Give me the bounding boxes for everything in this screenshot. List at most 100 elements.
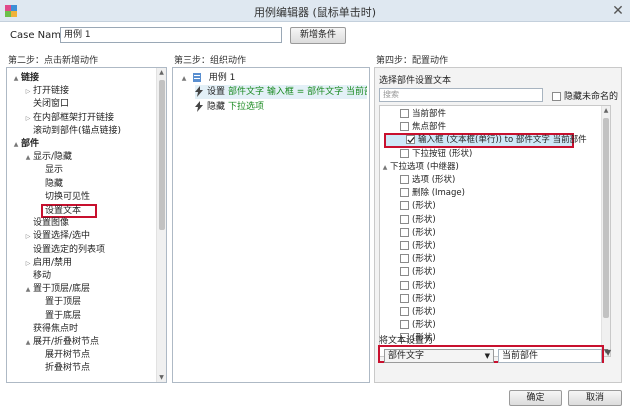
- action-item-label: 置于顶层/底层: [33, 284, 91, 295]
- action-item[interactable]: ▲ 显示/隐藏: [23, 151, 166, 164]
- expanded-icon[interactable]: ▲: [380, 162, 390, 174]
- widget-item[interactable]: 当前部件: [380, 108, 602, 120]
- widget-item[interactable]: 选项 (形状): [380, 174, 602, 186]
- widget-item[interactable]: (形状): [380, 319, 602, 331]
- action-item[interactable]: 设置选定的列表项: [23, 244, 166, 256]
- case-node[interactable]: ▲ 用例 1: [179, 72, 235, 84]
- collapsed-icon[interactable]: ▷: [23, 113, 33, 125]
- widget-item[interactable]: (形状): [380, 280, 602, 292]
- widget-search-input[interactable]: 搜索: [379, 88, 543, 102]
- widget-item[interactable]: ▲ 下拉选项 (中继器): [380, 161, 602, 173]
- checkbox[interactable]: [400, 320, 409, 330]
- checkbox[interactable]: [400, 148, 409, 158]
- action-item[interactable]: 关闭窗口: [23, 98, 166, 110]
- checkbox[interactable]: [400, 307, 409, 316]
- widget-item[interactable]: (形状): [380, 253, 602, 265]
- action-item-label: 置于顶层: [45, 297, 82, 308]
- widget-item[interactable]: 输入框 (文本框(单行)) to 部件文字 当前部件: [384, 133, 587, 149]
- expanded-icon[interactable]: ▲: [23, 337, 33, 349]
- close-icon[interactable]: ✕: [610, 3, 626, 19]
- collapsed-icon[interactable]: ▷: [23, 231, 33, 243]
- collapse-icon[interactable]: ▲: [179, 73, 189, 85]
- case-name-input[interactable]: 用例 1: [60, 27, 282, 43]
- collapsed-icon[interactable]: ▷: [23, 86, 33, 98]
- widget-item[interactable]: (形状): [380, 227, 602, 239]
- step3-label: 第三步：组织动作: [174, 56, 247, 66]
- checkbox[interactable]: [400, 280, 409, 290]
- widget-item[interactable]: 删除 (Image): [380, 187, 602, 199]
- widget-item[interactable]: (形状): [380, 214, 602, 226]
- action-item[interactable]: ▲ 置于顶层/底层: [23, 283, 166, 296]
- action-item[interactable]: 置于顶层: [35, 296, 166, 308]
- action-item[interactable]: ▲ 链接: [11, 72, 161, 84]
- window-title: 用例编辑器 (鼠标单击时): [253, 6, 377, 19]
- widget-item[interactable]: 下拉按钮 (形状): [380, 148, 602, 160]
- checkbox[interactable]: [400, 122, 409, 132]
- scroll-up-icon[interactable]: ▲: [602, 107, 610, 114]
- actions-tree: ▲ 链接 ▷ 打开链接 关闭窗口 ▷ 在内部框架打开链接 滚动到部件(锚点链接) ▲ 部件 ▲ 显示/…: [7, 68, 157, 382]
- checkbox[interactable]: [400, 109, 409, 118]
- widget-item[interactable]: (形状): [380, 200, 602, 212]
- widget-item[interactable]: (形状): [380, 306, 602, 318]
- widget-item[interactable]: (形状): [380, 266, 602, 278]
- action-row[interactable]: 设置 部件文字 输入框 = 部件文字 当前部件: [195, 85, 367, 99]
- scroll-up-icon[interactable]: ▲: [157, 69, 166, 76]
- action-row[interactable]: 隐藏 下拉选项: [195, 100, 367, 114]
- action-item[interactable]: 展开树节点: [35, 349, 166, 361]
- widget-item[interactable]: (形状): [380, 293, 602, 305]
- scroll-thumb[interactable]: [159, 80, 165, 230]
- collapsed-icon[interactable]: ▷: [23, 258, 33, 270]
- widget-item-label: (形状): [412, 267, 436, 278]
- checkbox[interactable]: [400, 214, 409, 224]
- checkbox[interactable]: [400, 241, 409, 250]
- action-item[interactable]: 移动: [23, 270, 166, 282]
- widget-item-label: (形状): [412, 293, 436, 304]
- expanded-icon[interactable]: ▲: [11, 139, 21, 151]
- action-item[interactable]: 设置文本: [31, 204, 166, 218]
- checkbox-icon[interactable]: [552, 92, 561, 101]
- action-item[interactable]: 折叠树节点: [35, 362, 166, 374]
- action-detail: 下拉选项: [228, 102, 265, 112]
- scroll-thumb[interactable]: [603, 118, 609, 318]
- action-item[interactable]: ▲ 部件: [11, 138, 161, 150]
- action-item[interactable]: 切换可见性: [35, 191, 166, 203]
- widget-item[interactable]: (形状): [380, 240, 602, 252]
- checkbox[interactable]: [400, 175, 409, 184]
- text-value-input[interactable]: 当前部件: [498, 349, 602, 363]
- action-item[interactable]: 设置图像: [23, 217, 166, 229]
- widget-scrollbar[interactable]: ▲ ▼: [601, 106, 610, 356]
- expanded-icon[interactable]: ▲: [23, 284, 33, 296]
- action-item[interactable]: ▷ 启用/禁用: [23, 257, 166, 270]
- action-item[interactable]: 获得焦点时: [23, 323, 166, 335]
- text-type-select[interactable]: 部件文字 ▼: [384, 349, 494, 363]
- add-condition-button[interactable]: 新增条件: [290, 27, 346, 44]
- ok-button[interactable]: 确定: [509, 390, 562, 406]
- checkbox[interactable]: [400, 188, 409, 198]
- hide-unnamed-checkbox[interactable]: 隐藏未命名的: [552, 89, 618, 102]
- action-verb: 隐藏: [207, 102, 226, 112]
- action-item[interactable]: ▲ 展开/折叠树节点: [23, 336, 166, 349]
- expanded-icon[interactable]: ▲: [11, 73, 21, 85]
- action-item[interactable]: 置于底层: [35, 310, 166, 322]
- action-item[interactable]: ▷ 打开链接: [23, 85, 166, 98]
- action-item[interactable]: 显示: [35, 164, 166, 176]
- action-item-label: 切换可见性: [45, 191, 91, 202]
- checkbox[interactable]: [400, 267, 409, 277]
- widget-item[interactable]: 焦点部件: [380, 121, 602, 133]
- checkbox[interactable]: [400, 227, 409, 237]
- checkbox[interactable]: [400, 201, 409, 211]
- action-item[interactable]: 滚动到部件(锚点链接): [23, 125, 166, 137]
- chevron-down-icon[interactable]: ▼: [485, 350, 490, 362]
- action-item[interactable]: 隐藏: [35, 178, 166, 190]
- expand-arrow-icon[interactable]: ▼: [605, 348, 611, 357]
- cancel-button[interactable]: 取消: [568, 390, 622, 406]
- action-item[interactable]: ▷ 设置选择/选中: [23, 230, 166, 243]
- checked-checkbox[interactable]: [406, 135, 415, 145]
- action-item[interactable]: ▷ 在内部框架打开链接: [23, 112, 166, 125]
- expanded-icon[interactable]: ▲: [23, 152, 33, 164]
- checkbox[interactable]: [400, 293, 409, 303]
- scroll-down-icon[interactable]: ▼: [157, 374, 166, 381]
- actions-scrollbar[interactable]: ▲ ▼: [156, 68, 166, 382]
- action-item-label: 设置选定的列表项: [33, 244, 106, 255]
- checkbox[interactable]: [400, 254, 409, 264]
